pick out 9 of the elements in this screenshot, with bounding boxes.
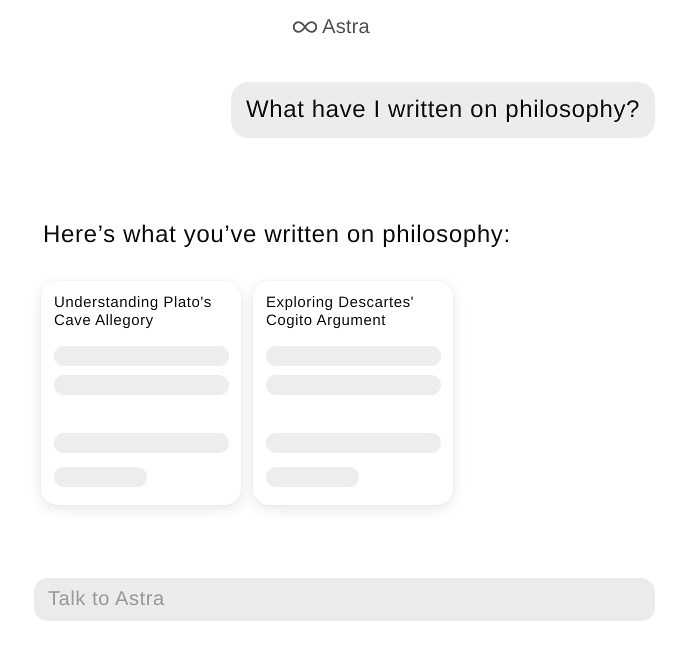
assistant-message: Here’s what you’ve written on philosophy:: [43, 220, 512, 250]
app-title: Astra: [322, 16, 370, 38]
user-message-bubble: What have I written on philosophy?: [231, 82, 655, 138]
document-card[interactable]: Exploring Descartes' Cogito Argument: [253, 281, 453, 505]
infinity-logo-icon: [293, 21, 318, 33]
document-title: Exploring Descartes' Cogito Argument: [266, 294, 416, 330]
document-card[interactable]: Understanding Plato's Cave Allegory: [41, 281, 241, 505]
document-title: Understanding Plato's Cave Allegory: [54, 294, 213, 330]
message-input-field[interactable]: Talk to Astra: [34, 578, 655, 621]
